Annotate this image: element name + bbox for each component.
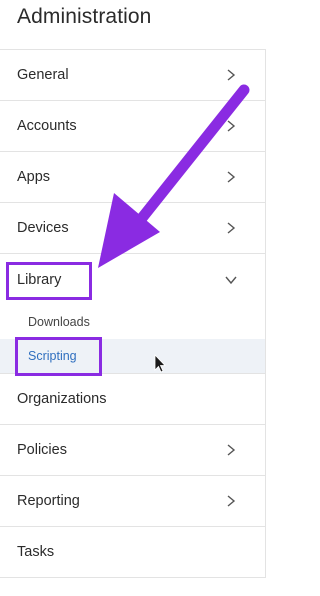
nav-item-label: Tasks [17,544,55,560]
chevron-right-icon [227,120,236,132]
sub-item-label: Downloads [28,315,90,329]
sub-item-scripting[interactable]: Scripting [0,339,265,373]
nav-item-library[interactable]: Library [0,254,265,305]
nav-item-apps[interactable]: Apps [0,152,265,203]
nav-item-label: Library [17,271,62,288]
chevron-right-icon [227,69,236,81]
nav-item-reporting[interactable]: Reporting [0,476,265,527]
nav-item-label: Organizations [17,391,107,407]
panel-header: Administration [0,0,273,50]
chevron-right-icon [227,222,236,234]
page-title: Administration [17,5,152,28]
sub-item-label: Scripting [28,349,77,363]
chevron-right-icon [227,171,236,183]
nav-item-label: Devices [17,220,69,236]
nav-item-policies[interactable]: Policies [0,425,265,476]
nav-item-devices[interactable]: Devices [0,203,265,254]
nav-item-tasks[interactable]: Tasks [0,527,265,578]
nav-item-label: General [17,67,69,83]
nav-item-label: Accounts [17,118,77,134]
admin-nav: General Accounts Apps Devices Library Do… [0,49,266,578]
nav-item-label: Policies [17,442,67,458]
chevron-right-icon [227,444,236,456]
chevron-right-icon [227,495,236,507]
nav-item-general[interactable]: General [0,50,265,101]
nav-item-label: Apps [17,169,51,185]
chevron-down-icon [225,276,237,284]
sub-item-downloads[interactable]: Downloads [0,305,265,339]
nav-item-accounts[interactable]: Accounts [0,101,265,152]
admin-panel: Administration General Accounts Apps Dev… [0,0,273,596]
nav-item-organizations[interactable]: Organizations [0,374,265,425]
library-submenu: Downloads Scripting [0,305,265,374]
nav-item-label: Reporting [17,493,80,509]
